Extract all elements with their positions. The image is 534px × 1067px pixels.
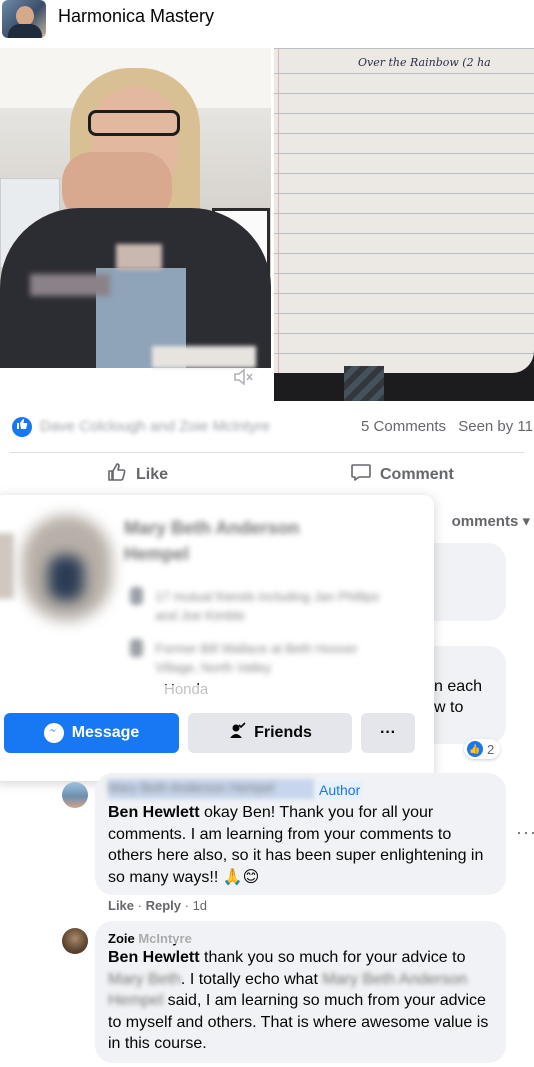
comment-more-icon[interactable]: ···	[516, 822, 534, 843]
profile-detail-text: Former Bill Wallace at Beth Hoover Villa…	[155, 641, 358, 675]
comment-like-link[interactable]: Like	[108, 898, 134, 913]
thumbs-up-icon[interactable]	[12, 417, 32, 437]
more-dots-icon: ···	[380, 724, 396, 741]
engagement-counts: 5 Comments Seen by 11	[353, 418, 533, 435]
video-blur-region	[152, 346, 256, 368]
text-fade	[136, 934, 206, 944]
comment-body: thank you so much for your advice to	[199, 949, 466, 966]
avatar-face	[16, 6, 34, 26]
separator-dot: ·	[184, 898, 193, 913]
profile-detail-row: 17 mutual friends including Jan Phillips…	[130, 587, 390, 625]
group-title[interactable]: Harmonica Mastery	[58, 6, 214, 27]
messenger-icon	[43, 723, 64, 743]
comment-line: n each	[434, 678, 483, 695]
messenger-icon-graphic	[48, 728, 57, 732]
video-thumbnail[interactable]	[0, 48, 271, 368]
profile-detail-text: 17 mutual friends including Jan Phillips…	[155, 589, 380, 623]
profile-name[interactable]: Mary Beth Anderson Hempel	[124, 515, 364, 567]
mention-link[interactable]: Ben Hewlett	[108, 804, 200, 821]
reaction-count: 2	[487, 741, 495, 757]
comments-sort-label: omments	[451, 513, 519, 530]
comment-text: Ben Hewlett okay Ben! Thank you for all …	[108, 802, 500, 888]
avatar[interactable]	[62, 782, 88, 808]
divider	[10, 452, 524, 453]
video-blur-region	[30, 274, 110, 296]
thumbs-up-icon: 👍	[467, 741, 483, 757]
reactor-names[interactable]: Dave Colclough and Zoie McIntyre	[40, 418, 270, 435]
author-badge: Author	[316, 781, 364, 799]
comment-author-redacted[interactable]: Mary Beth Anderson Hempel	[108, 779, 314, 799]
comment-button-label: Comment	[380, 466, 454, 483]
post-media: Over the Rainbow (2 ha	[0, 48, 534, 403]
comments-sort-dropdown[interactable]: omments ▾	[452, 512, 530, 530]
more-options-button[interactable]: ···	[361, 713, 415, 753]
post-actions: Like Comment	[0, 456, 534, 494]
mention-link[interactable]: Ben Hewlett	[108, 949, 200, 966]
speech-bubble-icon	[350, 461, 372, 489]
comment-body: . I totally echo what	[180, 970, 323, 988]
separator-dot: ·	[137, 898, 146, 913]
reactions-summary: Dave Colclough and Zoie McIntyre 5 Comme…	[0, 416, 534, 440]
like-button[interactable]: Like	[106, 456, 168, 494]
comment-button[interactable]: Comment	[350, 456, 454, 494]
friends-button[interactable]: Friends	[188, 713, 352, 753]
handwriting-text: Over the Rainbow (2 ha	[358, 56, 491, 69]
like-button-label: Like	[136, 466, 169, 483]
avatar[interactable]	[22, 515, 112, 621]
mutual-friends-icon	[130, 587, 144, 605]
thumbs-up-outline-icon	[106, 461, 128, 489]
photo-notebook[interactable]: Over the Rainbow (2 ha	[274, 48, 534, 401]
chevron-down-icon: ▾	[522, 513, 530, 530]
comment-reaction-chip[interactable]: 👍 2	[464, 739, 501, 759]
lined-paper	[274, 48, 534, 373]
comment-author-name: Mary Beth Anderson Hempel	[108, 780, 275, 795]
comment-line: w to	[434, 699, 464, 716]
background-avatar	[0, 533, 14, 599]
photo-scarf	[344, 366, 384, 401]
thumbs-up-icon-graphic	[17, 419, 28, 429]
person-check-icon	[228, 721, 246, 745]
thumbs-up-outline-graphic	[108, 463, 126, 481]
text-fade	[154, 685, 218, 695]
comment-meta: Like · Reply · 1d	[108, 898, 207, 913]
message-button-label: Message	[71, 724, 140, 741]
speaker-mute-icon[interactable]	[230, 366, 256, 392]
comments-count[interactable]: 5 Comments	[361, 418, 446, 435]
post-header: Harmonica Mastery	[0, 0, 534, 48]
work-icon	[130, 639, 144, 657]
video-blur-region	[116, 244, 162, 270]
comment-text: Ben Hewlett thank you so much for your a…	[108, 947, 500, 1055]
avatar-shirt	[8, 24, 42, 38]
group-avatar[interactable]	[2, 0, 46, 38]
redacted-name: Mary Beth	[108, 970, 181, 988]
comment-reply-link[interactable]: Reply	[146, 898, 181, 913]
profile-hover-card: Mary Beth Anderson Hempel 17 mutual frie…	[0, 495, 434, 781]
paper-margin-line	[278, 48, 279, 373]
message-button[interactable]: Message	[4, 713, 179, 753]
comment-body: said, I am learning so much from your ad…	[108, 992, 489, 1052]
speaker-mute-icon-graphic	[234, 368, 253, 386]
comment-text-partial: n each w to	[434, 676, 482, 718]
video-person-glasses	[88, 110, 180, 136]
profile-detail-row: Former Bill Wallace at Beth Hoover Villa…	[130, 639, 390, 677]
seen-by-count[interactable]: Seen by 11	[458, 418, 533, 435]
comment-time[interactable]: 1d	[193, 898, 207, 913]
avatar[interactable]	[62, 928, 88, 954]
speech-bubble-graphic	[351, 464, 371, 481]
friends-button-label: Friends	[254, 724, 312, 741]
person-check-graphic	[230, 721, 246, 738]
